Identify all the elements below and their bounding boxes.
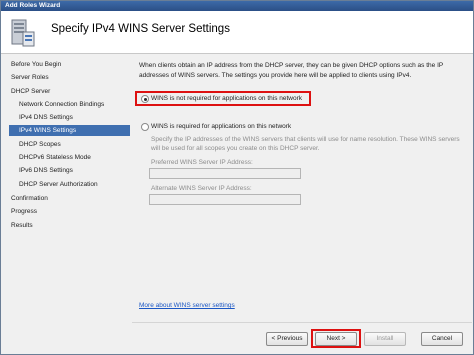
nav-item-network-connection-bindings[interactable]: Network Connection Bindings <box>19 99 104 110</box>
alternate-wins-label: Alternate WINS Server IP Address: <box>151 185 252 192</box>
nav-item-dhcp-server[interactable]: DHCP Server <box>11 86 50 97</box>
preferred-wins-label: Preferred WINS Server IP Address: <box>151 159 253 166</box>
nav-item-ipv4-wins-settings[interactable]: IPv4 WINS Settings <box>9 125 130 136</box>
window-title: Add Roles Wizard <box>5 2 61 9</box>
install-button[interactable]: Install <box>364 332 406 346</box>
wizard-window: Add Roles Wizard Specify IPv4 WINS Serve… <box>0 0 474 355</box>
more-about-wins-link[interactable]: More about WINS server settings <box>139 302 235 309</box>
nav-item-confirmation[interactable]: Confirmation <box>11 193 48 204</box>
wizard-content: When clients obtain an IP address from t… <box>132 55 470 345</box>
nav-item-results[interactable]: Results <box>11 220 33 231</box>
wins-required-description: Specify the IP addresses of the WINS ser… <box>151 136 460 152</box>
page-title: Specify IPv4 WINS Server Settings <box>51 23 230 35</box>
radio-wins-not-required-label[interactable]: WINS is not required for applications on… <box>151 95 302 102</box>
nav-item-dhcpv6-stateless-mode[interactable]: DHCPv6 Stateless Mode <box>19 152 91 163</box>
radio-wins-required[interactable] <box>141 123 149 131</box>
radio-wins-not-required[interactable] <box>141 95 149 103</box>
title-bar[interactable]: Add Roles Wizard <box>1 1 473 11</box>
nav-item-server-roles[interactable]: Server Roles <box>11 72 49 83</box>
alternate-wins-input[interactable] <box>149 194 301 205</box>
server-roles-icon <box>11 19 35 47</box>
nav-item-progress[interactable]: Progress <box>11 206 37 217</box>
page-description: When clients obtain an IP address from t… <box>139 62 444 79</box>
wizard-steps-nav: Before You Begin Server Roles DHCP Serve… <box>5 55 130 345</box>
nav-item-ipv6-dns-settings[interactable]: IPv6 DNS Settings <box>19 165 73 176</box>
next-button[interactable]: Next > <box>315 332 357 346</box>
footer-divider <box>132 322 472 323</box>
preferred-wins-input[interactable] <box>149 168 301 179</box>
previous-button[interactable]: < Previous <box>266 332 308 346</box>
wizard-header: Specify IPv4 WINS Server Settings <box>1 11 473 54</box>
nav-item-dhcp-scopes[interactable]: DHCP Scopes <box>19 139 61 150</box>
nav-item-ipv4-dns-settings[interactable]: IPv4 DNS Settings <box>19 112 73 123</box>
cancel-button[interactable]: Cancel <box>421 332 463 346</box>
nav-item-before-you-begin[interactable]: Before You Begin <box>11 59 61 70</box>
nav-item-dhcp-server-authorization[interactable]: DHCP Server Authorization <box>19 179 98 190</box>
radio-wins-required-label[interactable]: WINS is required for applications on thi… <box>151 123 291 130</box>
